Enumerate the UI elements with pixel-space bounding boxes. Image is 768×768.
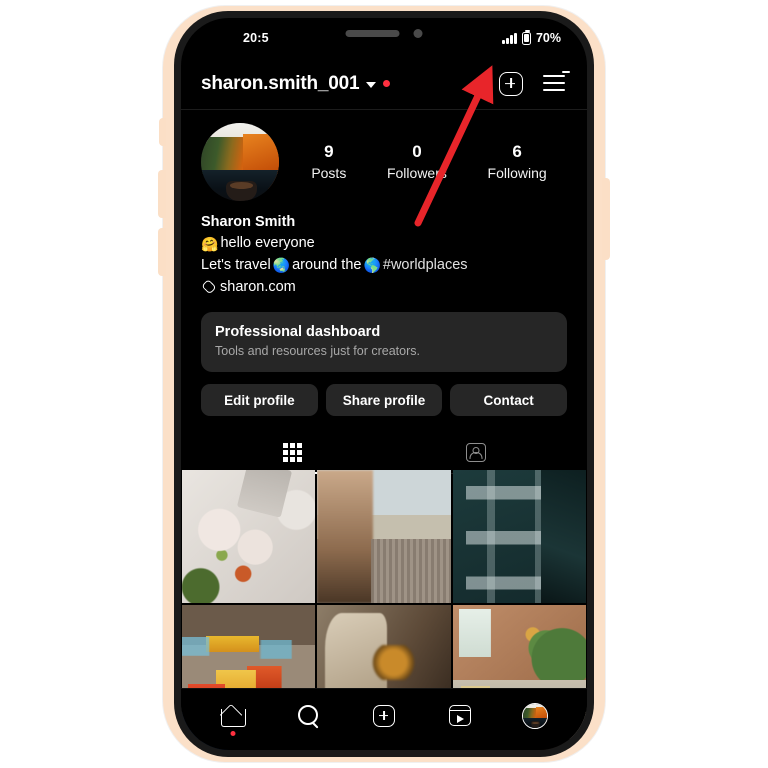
- profile-summary: 9 Posts 0 Followers 6 Following: [201, 123, 567, 201]
- profile-section: 9 Posts 0 Followers 6 Following Sharon S…: [181, 123, 587, 475]
- posts-count: 9: [324, 142, 334, 162]
- reels-icon: [448, 705, 471, 726]
- post-building-facade[interactable]: [452, 470, 586, 604]
- bio-greeting-text: hello everyone: [220, 235, 315, 252]
- signal-bars-icon: [502, 32, 517, 44]
- hamburger-menu-icon[interactable]: [543, 70, 570, 93]
- bio-line-greeting: 🤗 hello everyone: [201, 233, 567, 254]
- header-actions: [499, 70, 570, 96]
- bio-travel-before: Let's travel: [201, 256, 271, 273]
- status-indicators: 70%: [502, 29, 565, 45]
- link-icon: [198, 278, 216, 296]
- bio-line-travel: Let's travel 🌏 around the 🌎 #worldplaces: [201, 255, 567, 276]
- status-time: 20:5: [243, 31, 269, 45]
- professional-dashboard-card[interactable]: Professional dashboard Tools and resourc…: [201, 312, 567, 373]
- stat-posts[interactable]: 9 Posts: [311, 141, 346, 183]
- battery-percent: 70%: [535, 31, 561, 45]
- edit-profile-button[interactable]: Edit profile: [201, 384, 318, 417]
- following-count: 6: [512, 142, 522, 162]
- stat-following[interactable]: 6 Following: [488, 141, 547, 183]
- contact-button[interactable]: Contact: [450, 384, 568, 417]
- speaker-slot-icon: [345, 30, 400, 37]
- front-camera-icon: [413, 29, 423, 38]
- profile-action-buttons: Edit profile Share profile Contact: [201, 384, 568, 417]
- add-post-icon[interactable]: [499, 71, 523, 96]
- grid-icon: [283, 443, 302, 463]
- posts-label: Posts: [311, 165, 347, 182]
- share-profile-button[interactable]: Share profile: [325, 384, 443, 417]
- display-name: Sharon Smith: [201, 214, 296, 230]
- mute-switch[interactable]: [159, 118, 166, 146]
- bio-link-row[interactable]: sharon.com: [201, 277, 567, 298]
- tab-tagged[interactable]: [384, 432, 567, 473]
- post-city-sea-view[interactable]: [317, 470, 451, 604]
- dashboard-subtitle: Tools and resources just for creators.: [215, 344, 420, 359]
- volume-up-button[interactable]: [158, 170, 166, 218]
- status-bar: 20:5 70%: [181, 18, 587, 58]
- followers-label: Followers: [386, 165, 447, 182]
- bottom-navigation: [181, 688, 587, 750]
- volume-down-button[interactable]: [158, 228, 166, 276]
- tagged-photos-icon: [465, 443, 486, 463]
- username-unread-dot: [383, 80, 391, 87]
- chevron-down-icon: [366, 82, 377, 88]
- create-icon: [372, 704, 395, 727]
- tab-grid[interactable]: [201, 432, 384, 473]
- nav-reels[interactable]: [438, 699, 482, 733]
- username-label: sharon.smith_001: [201, 72, 360, 94]
- profile-stats: 9 Posts 0 Followers 6 Following: [291, 141, 567, 183]
- power-button[interactable]: [602, 178, 610, 260]
- post-food-flatlay[interactable]: [182, 470, 316, 604]
- avatar[interactable]: [201, 123, 279, 201]
- bio-travel-middle: around the: [292, 256, 362, 273]
- nav-create[interactable]: [362, 699, 406, 733]
- notch: [345, 29, 423, 38]
- home-icon: [221, 705, 247, 727]
- globe-emoji-1: 🌏: [272, 256, 291, 273]
- menu-notification-badge: [562, 70, 570, 73]
- dashboard-title: Professional dashboard: [215, 324, 381, 341]
- profile-avatar-icon: [522, 702, 549, 729]
- profile-tabs: [201, 432, 567, 475]
- nav-search[interactable]: [286, 699, 330, 733]
- bio-hashtag[interactable]: #worldplaces: [383, 255, 468, 276]
- hugging-face-emoji: 🤗: [201, 235, 219, 252]
- battery-icon: [521, 29, 531, 45]
- home-notification-badge: [230, 730, 236, 736]
- username-switcher[interactable]: sharon.smith_001: [201, 72, 391, 95]
- profile-bio: Sharon Smith 🤗 hello everyone Let's trav…: [201, 212, 567, 298]
- search-icon: [297, 705, 319, 726]
- phone-screen: 20:5 70% sharon.smith_001 9 Posts 0 Foll…: [181, 18, 587, 750]
- nav-profile[interactable]: [513, 699, 557, 733]
- following-label: Following: [487, 165, 547, 182]
- globe-emoji-2: 🌎: [363, 256, 381, 273]
- followers-count: 0: [412, 142, 422, 162]
- bio-link-text: sharon.com: [220, 278, 296, 295]
- profile-header: sharon.smith_001: [181, 58, 587, 110]
- nav-home[interactable]: [211, 699, 255, 736]
- stat-followers[interactable]: 0 Followers: [387, 141, 447, 183]
